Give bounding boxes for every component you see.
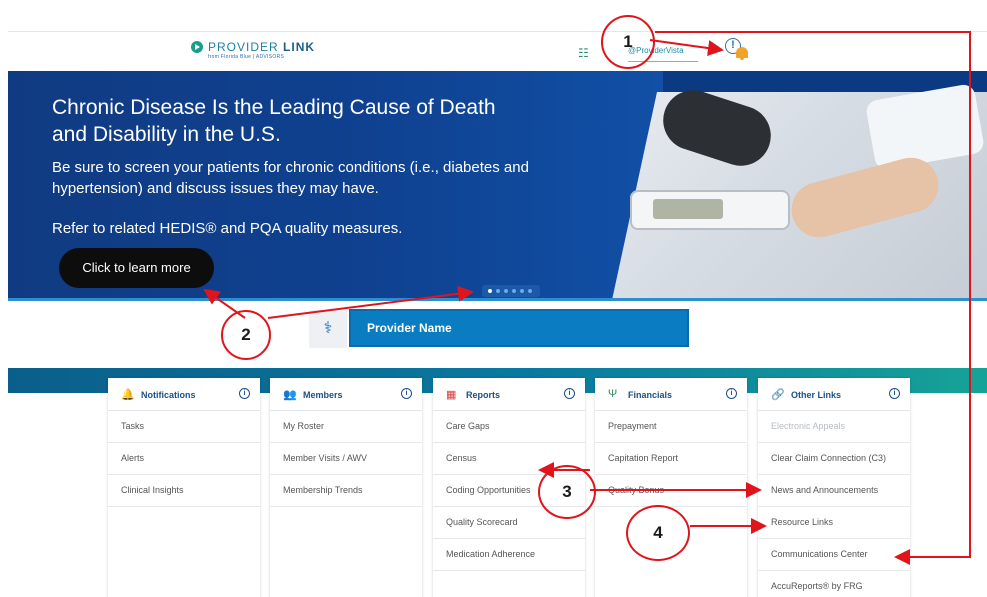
card-link-my-roster[interactable]: My Roster bbox=[270, 411, 422, 443]
financials-card: Ψ Financials i Prepayment Capitation Rep… bbox=[595, 378, 747, 597]
card-link-prepayment[interactable]: Prepayment bbox=[595, 411, 747, 443]
card-header[interactable]: 👥 Members i bbox=[270, 378, 422, 411]
carousel-dot[interactable] bbox=[512, 289, 516, 293]
carousel-dots bbox=[482, 285, 540, 297]
info-icon[interactable]: i bbox=[239, 388, 250, 399]
link-icon: 🔗 bbox=[771, 389, 785, 401]
annotation-3: 3 bbox=[538, 465, 596, 519]
card-title: Financials bbox=[628, 390, 673, 400]
banner-measures-text: Refer to related HEDIS® and PQA quality … bbox=[52, 220, 403, 237]
card-link-quality-bonus[interactable]: Quality Bonus bbox=[595, 475, 747, 507]
card-header[interactable]: ▦ Reports i bbox=[433, 378, 585, 411]
carousel-dot[interactable] bbox=[520, 289, 524, 293]
logo-text: PROVIDER LINK bbox=[208, 40, 315, 54]
card-header[interactable]: Ψ Financials i bbox=[595, 378, 747, 411]
info-icon[interactable]: i bbox=[726, 388, 737, 399]
carousel-dot[interactable] bbox=[496, 289, 500, 293]
carousel-dot[interactable] bbox=[488, 289, 492, 293]
card-title: Members bbox=[303, 390, 343, 400]
provider-name: Provider Name bbox=[367, 321, 452, 335]
carousel-dot[interactable] bbox=[528, 289, 532, 293]
card-link-communications-center[interactable]: Communications Center bbox=[758, 539, 910, 571]
users-icon: 👥 bbox=[283, 389, 297, 401]
carousel-dot[interactable] bbox=[504, 289, 508, 293]
card-link-resource-links[interactable]: Resource Links bbox=[758, 507, 910, 539]
annotation-2: 2 bbox=[221, 310, 271, 360]
banner-bottom-rule bbox=[8, 298, 987, 301]
card-link-capitation-report[interactable]: Capitation Report bbox=[595, 443, 747, 475]
card-link-medication-adherence[interactable]: Medication Adherence bbox=[433, 539, 585, 571]
header-divider bbox=[8, 31, 987, 32]
card-link-clear-claim-connection[interactable]: Clear Claim Connection (C3) bbox=[758, 443, 910, 475]
report-icon: ▦ bbox=[446, 389, 457, 401]
learn-more-button[interactable]: Click to learn more bbox=[59, 248, 214, 288]
card-link-membership-trends[interactable]: Membership Trends bbox=[270, 475, 422, 507]
card-header[interactable]: 🔗 Other Links i bbox=[758, 378, 910, 411]
bell-icon: 🔔 bbox=[121, 389, 135, 401]
card-title: Other Links bbox=[791, 390, 842, 400]
card-title: Reports bbox=[466, 390, 501, 400]
card-link-member-visits[interactable]: Member Visits / AWV bbox=[270, 443, 422, 475]
info-icon[interactable]: i bbox=[564, 388, 575, 399]
members-card: 👥 Members i My Roster Member Visits / AW… bbox=[270, 378, 422, 597]
card-header[interactable]: 🔔 Notifications i bbox=[108, 378, 260, 411]
info-icon[interactable]: i bbox=[889, 388, 900, 399]
doctor-icon: ⚕ bbox=[309, 310, 347, 348]
annotation-1: 1 bbox=[601, 15, 655, 69]
photo-bp-screen bbox=[653, 199, 723, 219]
card-link-news-announcements[interactable]: News and Announcements bbox=[758, 475, 910, 507]
card-link-alerts[interactable]: Alerts bbox=[108, 443, 260, 475]
card-link-tasks[interactable]: Tasks bbox=[108, 411, 260, 443]
info-icon[interactable]: i bbox=[401, 388, 412, 399]
banner-body: Be sure to screen your patients for chro… bbox=[52, 159, 529, 197]
logo-mark-icon bbox=[191, 41, 203, 53]
card-title: Notifications bbox=[141, 390, 196, 400]
banner-title: Chronic Disease Is the Leading Cause of … bbox=[52, 96, 496, 146]
notifications-card: 🔔 Notifications i Tasks Alerts Clinical … bbox=[108, 378, 260, 597]
other-links-card: 🔗 Other Links i Electronic Appeals Clear… bbox=[758, 378, 910, 597]
logo-subtext: from Florida Blue | ADVISORS bbox=[208, 54, 285, 60]
logo-text-provider: PROVIDER bbox=[208, 40, 279, 54]
card-link-electronic-appeals: Electronic Appeals bbox=[758, 411, 910, 443]
logo-text-link: LINK bbox=[283, 40, 316, 54]
provider-link-home: PROVIDER LINK from Florida Blue | ADVISO… bbox=[0, 0, 987, 597]
annotation-4: 4 bbox=[626, 505, 690, 561]
card-link-clinical-insights[interactable]: Clinical Insights bbox=[108, 475, 260, 507]
card-link-care-gaps[interactable]: Care Gaps bbox=[433, 411, 585, 443]
financials-icon: Ψ bbox=[608, 388, 618, 400]
provider-vista-icon[interactable]: ☷ bbox=[578, 46, 589, 60]
card-link-accureports[interactable]: AccuReports® by FRG bbox=[758, 571, 910, 597]
bell-icon[interactable] bbox=[736, 47, 748, 60]
